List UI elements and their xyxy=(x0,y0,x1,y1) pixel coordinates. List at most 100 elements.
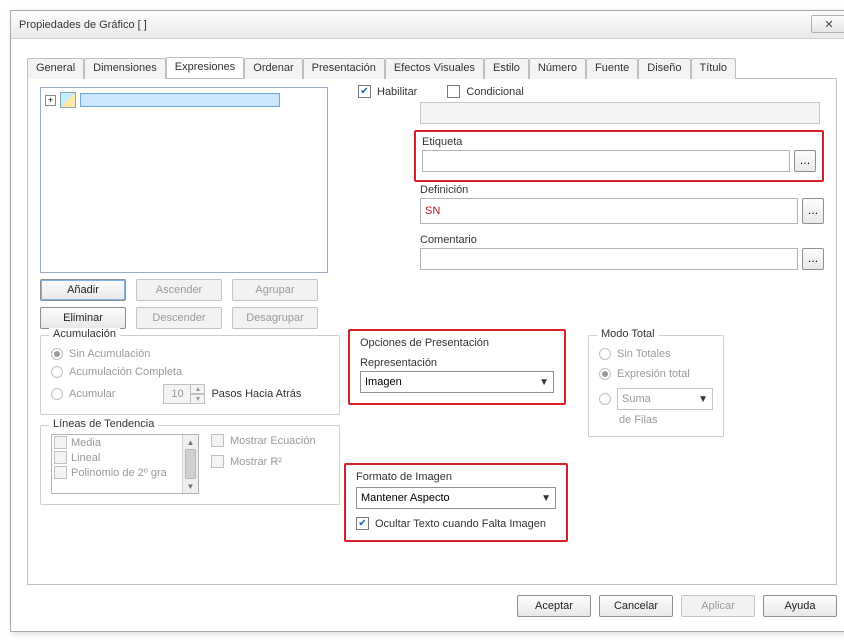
show-eq-label: Mostrar Ecuación xyxy=(230,435,316,447)
total-func-combo: Suma ▼ xyxy=(617,388,713,410)
add-button[interactable]: Añadir xyxy=(40,279,126,301)
imgformat-combo[interactable]: Mantener Aspecto ▼ xyxy=(356,487,556,509)
selected-expression[interactable] xyxy=(80,93,280,107)
radio-no-totals xyxy=(599,348,611,360)
dialog-window: Propiedades de Gráfico [ ] ✕ General Dim… xyxy=(10,10,844,632)
radio-no-accum-label: Sin Acumulación xyxy=(69,348,150,360)
etiqueta-label: Etiqueta xyxy=(422,136,816,148)
titlebar: Propiedades de Gráfico [ ] ✕ xyxy=(11,11,844,39)
radio-no-totals-label: Sin Totales xyxy=(617,348,671,360)
list-item: Polinomio de 2º gra xyxy=(52,465,198,480)
etiqueta-input[interactable] xyxy=(422,150,790,172)
presentation-title: Opciones de Presentación xyxy=(360,337,554,349)
spin-up-icon: ▲ xyxy=(191,384,205,394)
representation-combo[interactable]: Imagen ▼ xyxy=(360,371,554,393)
tab-expresiones[interactable]: Expresiones xyxy=(166,57,245,78)
radio-expr-total xyxy=(599,368,611,380)
scroll-down-icon[interactable]: ▼ xyxy=(183,479,198,493)
image-icon xyxy=(60,92,76,108)
imgformat-value: Mantener Aspecto xyxy=(361,492,450,504)
tab-dimensiones[interactable]: Dimensiones xyxy=(84,58,166,79)
list-item: Lineal xyxy=(52,450,198,465)
close-button[interactable]: ✕ xyxy=(811,15,844,33)
trendlines-group: Líneas de Tendencia Media Lineal Polinom… xyxy=(40,425,340,505)
tab-presentacion[interactable]: Presentación xyxy=(303,58,385,79)
radio-full-accum xyxy=(51,366,63,378)
trend-list: Media Lineal Polinomio de 2º gra ▲▼ xyxy=(51,434,199,494)
tree-row[interactable]: + xyxy=(45,92,323,108)
tab-numero[interactable]: Número xyxy=(529,58,586,79)
show-r2-check xyxy=(211,455,224,468)
total-mode-title: Modo Total xyxy=(597,328,659,340)
help-button[interactable]: Ayuda xyxy=(763,595,837,617)
dialog-footer: Aceptar Cancelar Aplicar Ayuda xyxy=(517,595,837,617)
representation-label: Representación xyxy=(360,357,554,369)
steps-back-label: Pasos Hacia Atrás xyxy=(211,388,301,400)
descend-button: Descender xyxy=(136,307,222,329)
accumulation-group: Acumulación Sin Acumulación Acumulación … xyxy=(40,335,340,415)
tab-estilo[interactable]: Estilo xyxy=(484,58,529,79)
trendlines-title: Líneas de Tendencia xyxy=(49,418,158,430)
cancel-button[interactable]: Cancelar xyxy=(599,595,673,617)
enable-check[interactable]: ✔ xyxy=(358,85,371,98)
tab-strip: General Dimensiones Expresiones Ordenar … xyxy=(27,57,837,79)
expand-icon[interactable]: + xyxy=(45,95,56,106)
check-icon xyxy=(54,466,67,479)
radio-expr-total-label: Expresión total xyxy=(617,368,690,380)
comentario-more-button[interactable]: … xyxy=(802,248,824,270)
radio-no-accum xyxy=(51,348,63,360)
definicion-more-button[interactable]: … xyxy=(802,198,824,224)
etiqueta-highlight: Etiqueta … xyxy=(414,130,824,182)
scrollbar[interactable]: ▲▼ xyxy=(182,435,198,493)
conditional-check[interactable] xyxy=(447,85,460,98)
comentario-label: Comentario xyxy=(420,234,824,246)
list-item: Media xyxy=(52,435,198,450)
representation-value: Imagen xyxy=(365,376,402,388)
tab-pane: + Añadir Ascender Agrupar Eliminar Desce… xyxy=(27,79,837,585)
tab-fuente[interactable]: Fuente xyxy=(586,58,638,79)
tab-general[interactable]: General xyxy=(27,58,84,79)
tab-titulo[interactable]: Título xyxy=(691,58,737,79)
ok-button[interactable]: Aceptar xyxy=(517,595,591,617)
check-icon xyxy=(54,451,67,464)
rows-label: de Filas xyxy=(619,414,713,426)
check-icon xyxy=(54,436,67,449)
tab-diseno[interactable]: Diseño xyxy=(638,58,690,79)
show-eq-check xyxy=(211,434,224,447)
scroll-thumb[interactable] xyxy=(185,449,196,479)
radio-full-accum-label: Acumulación Completa xyxy=(69,366,182,378)
content: General Dimensiones Expresiones Ordenar … xyxy=(11,39,844,631)
tab-efectos[interactable]: Efectos Visuales xyxy=(385,58,484,79)
close-icon: ✕ xyxy=(824,18,833,31)
radio-part-accum-label: Acumular xyxy=(69,388,115,400)
group-button: Agrupar xyxy=(232,279,318,301)
conditional-label: Condicional xyxy=(466,86,523,98)
apply-button: Aplicar xyxy=(681,595,755,617)
chevron-down-icon: ▼ xyxy=(539,377,549,388)
enable-label: Habilitar xyxy=(377,86,417,98)
radio-part-accum xyxy=(51,388,63,400)
ascend-button: Ascender xyxy=(136,279,222,301)
ungroup-button: Desagrupar xyxy=(232,307,318,329)
window-title: Propiedades de Gráfico [ ] xyxy=(19,19,147,31)
comentario-input[interactable] xyxy=(420,248,798,270)
scroll-up-icon[interactable]: ▲ xyxy=(183,435,198,449)
delete-button[interactable]: Eliminar xyxy=(40,307,126,329)
presentation-highlight: Opciones de Presentación Representación … xyxy=(348,329,566,405)
spin-down-icon: ▼ xyxy=(191,394,205,404)
chevron-down-icon: ▼ xyxy=(698,394,708,405)
expression-tree[interactable]: + xyxy=(40,87,328,273)
imgformat-title: Formato de Imagen xyxy=(356,471,556,483)
tab-ordenar[interactable]: Ordenar xyxy=(244,58,302,79)
steps-spinner: 10 ▲▼ xyxy=(163,384,205,404)
definicion-input[interactable]: SN xyxy=(420,198,798,224)
definicion-label: Definición xyxy=(420,184,824,196)
accumulation-title: Acumulación xyxy=(49,328,120,340)
etiqueta-more-button[interactable]: … xyxy=(794,150,816,172)
hide-text-label: Ocultar Texto cuando Falta Imagen xyxy=(375,518,546,530)
conditional-input xyxy=(420,102,820,124)
hide-text-check[interactable]: ✔ xyxy=(356,517,369,530)
radio-sum-rows xyxy=(599,393,611,405)
total-mode-group: Modo Total Sin Totales Expresión total S… xyxy=(588,335,724,437)
total-func-value: Suma xyxy=(622,393,651,405)
